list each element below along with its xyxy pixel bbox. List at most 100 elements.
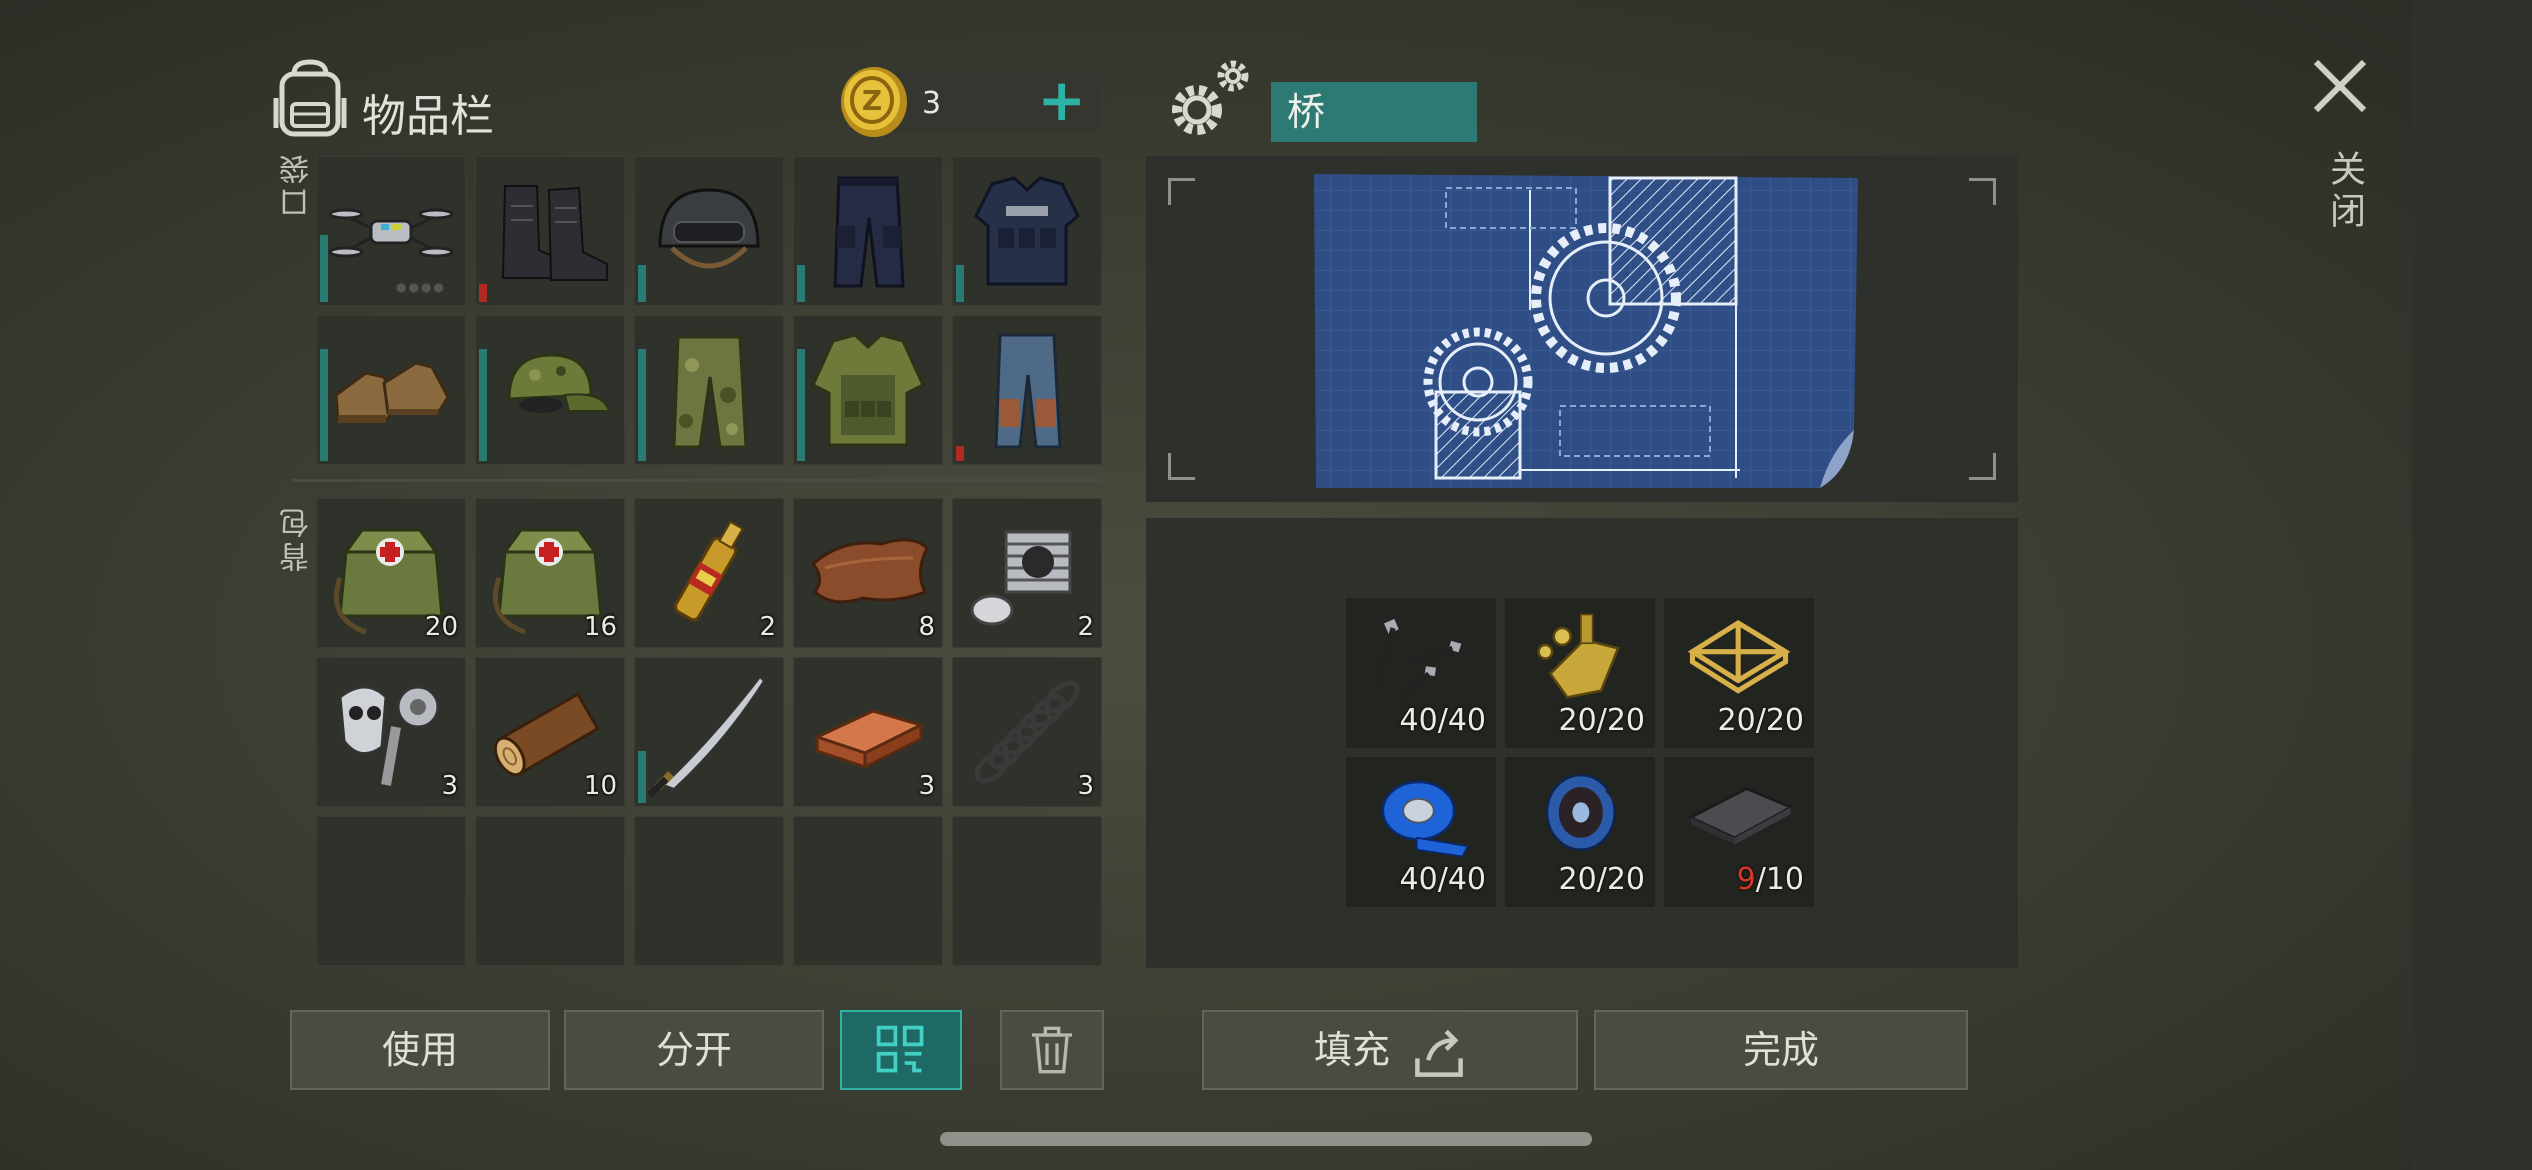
jeans-icon	[994, 333, 1062, 449]
pocket-slot[interactable]	[952, 156, 1102, 306]
inventory-header: 物品栏 Z 3 +	[272, 58, 1102, 158]
durability-bar	[638, 264, 646, 302]
durability-bar	[479, 348, 487, 461]
backpack-slot[interactable]: 3	[316, 657, 466, 807]
material-slot[interactable]: 40/40	[1346, 757, 1496, 907]
backpack-slot[interactable]: 8	[793, 498, 943, 648]
police-vest-icon	[974, 176, 1080, 286]
empty-slot[interactable]	[793, 816, 943, 966]
pocket-slot[interactable]	[634, 156, 784, 306]
blueprint-name-field[interactable]: 桥	[1271, 82, 1477, 142]
backpack-slot[interactable]: 16	[475, 498, 625, 648]
engine-cylinder-icon	[970, 530, 1072, 626]
durability-bar	[320, 348, 328, 461]
materials-panel: 40/40 20/20 20/20 40/40 20/20 9/10	[1146, 518, 2018, 968]
police-pants-icon	[833, 176, 905, 288]
gear-blueprint-icon	[1314, 174, 1858, 488]
item-count: 3	[1077, 771, 1094, 801]
wire-spool-icon	[1545, 773, 1622, 851]
pocket-slot[interactable]	[793, 156, 943, 306]
svg-text:Z: Z	[862, 84, 882, 117]
frame-corner	[1969, 178, 1996, 205]
material-slot[interactable]: 20/20	[1664, 598, 1814, 748]
coin-balance: Z 3 +	[841, 67, 1100, 137]
backpack-slot[interactable]: 2	[634, 498, 784, 648]
material-have: 9	[1736, 862, 1756, 897]
helmet-icon	[658, 188, 760, 269]
backpack-slot[interactable]: 3	[952, 657, 1102, 807]
use-button[interactable]: 使用	[290, 1010, 550, 1090]
frame-corner	[1168, 453, 1195, 480]
material-have: 40	[1399, 862, 1438, 897]
leather-shoes-icon	[334, 361, 450, 423]
drone-icon	[328, 208, 454, 258]
pocket-section-label: 口袋	[280, 150, 315, 218]
boots-icon	[501, 185, 608, 281]
add-coins-button[interactable]: +	[1037, 70, 1086, 130]
backpack-slot[interactable]: 3	[793, 657, 943, 807]
screws-icon	[1373, 616, 1464, 700]
charge-dots: ●●●●	[396, 280, 446, 294]
material-count: 20/20	[1559, 862, 1645, 897]
empty-slot[interactable]	[475, 816, 625, 966]
material-slot[interactable]: 9/10	[1664, 757, 1814, 907]
durability-bar	[797, 264, 805, 302]
metal-plate-icon	[1687, 787, 1794, 845]
backpack-slot[interactable]: 10	[475, 657, 625, 807]
empty-slot[interactable]	[952, 816, 1102, 966]
durability-bar	[638, 348, 646, 461]
pocket-slot[interactable]	[475, 156, 625, 306]
coin-count: 3	[922, 86, 942, 121]
close-icon[interactable]	[2310, 56, 2370, 116]
material-slot[interactable]: 20/20	[1505, 598, 1655, 748]
item-count: 8	[918, 612, 935, 642]
pocket-slot[interactable]	[316, 315, 466, 465]
delete-button[interactable]	[1000, 1010, 1104, 1090]
item-count: 20	[424, 612, 458, 642]
item-count: 16	[583, 612, 617, 642]
durability-bar	[479, 284, 487, 302]
pocket-slot[interactable]: ●●●●	[316, 156, 466, 306]
camo-cap-icon	[507, 353, 611, 413]
close-label[interactable]: 关闭	[2318, 150, 2370, 234]
material-need: /10	[1755, 862, 1804, 897]
split-button[interactable]: 分开	[564, 1010, 824, 1090]
bolts-nuts-icon	[1537, 613, 1620, 699]
grid-view-button[interactable]	[840, 1010, 962, 1090]
fill-label: 填充	[1313, 1028, 1390, 1072]
material-have: 40	[1399, 703, 1438, 738]
pocket-slot[interactable]	[793, 315, 943, 465]
camo-vest-icon	[811, 333, 925, 447]
item-count: 3	[441, 771, 458, 801]
backpack-icon	[273, 59, 347, 137]
item-count: 10	[583, 771, 617, 801]
done-button[interactable]: 完成	[1594, 1010, 1968, 1090]
backpack-section-label: 背包	[280, 504, 315, 572]
katana-icon	[647, 675, 766, 797]
material-need: /20	[1596, 703, 1645, 738]
home-indicator	[940, 1132, 1592, 1146]
empty-slot[interactable]	[316, 816, 466, 966]
material-count: 20/20	[1718, 703, 1804, 738]
blueprint-panel	[1146, 156, 2018, 502]
fill-button[interactable]: 填充	[1202, 1010, 1578, 1090]
item-count: 2	[1077, 612, 1094, 642]
empty-slot[interactable]	[634, 816, 784, 966]
durability-bar	[956, 446, 964, 461]
pocket-slot[interactable]	[475, 315, 625, 465]
fill-icon	[1415, 1029, 1463, 1077]
durability-bar	[320, 234, 328, 302]
ampoule-icon	[673, 520, 744, 622]
material-slot[interactable]: 20/20	[1505, 757, 1655, 907]
material-slot[interactable]: 40/40	[1346, 598, 1496, 748]
inventory-title: 物品栏	[362, 91, 494, 142]
backpack-slot[interactable]: 20	[316, 498, 466, 648]
backpack-slot[interactable]: 2	[952, 498, 1102, 648]
backpack-slot[interactable]	[634, 657, 784, 807]
camo-pants-icon	[672, 335, 748, 449]
material-have: 20	[1717, 703, 1756, 738]
pocket-slot[interactable]	[634, 315, 784, 465]
pocket-slot[interactable]	[952, 315, 1102, 465]
frame-corner	[1168, 178, 1195, 205]
frame-corner	[1969, 453, 1996, 480]
